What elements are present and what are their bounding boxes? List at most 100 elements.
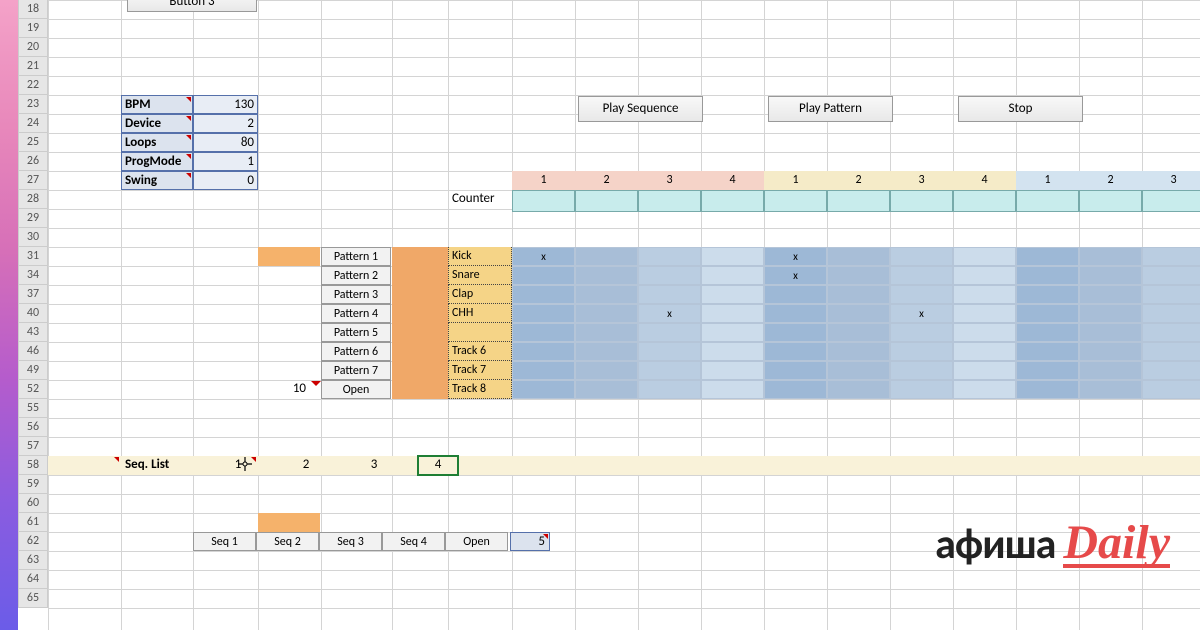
- row-header[interactable]: 31: [18, 247, 48, 266]
- grid-cell[interactable]: [701, 304, 764, 323]
- row-header[interactable]: 43: [18, 323, 48, 342]
- grid-cell[interactable]: [953, 304, 1016, 323]
- grid-cell[interactable]: [764, 304, 827, 323]
- row-header[interactable]: 28: [18, 190, 48, 209]
- grid-cell[interactable]: x: [512, 247, 575, 266]
- grid-cell[interactable]: [638, 247, 701, 266]
- grid-cell[interactable]: [512, 266, 575, 285]
- grid-cell[interactable]: [512, 342, 575, 361]
- grid-cell[interactable]: [575, 266, 638, 285]
- grid-cell[interactable]: [1079, 361, 1142, 380]
- grid-cell[interactable]: [1079, 266, 1142, 285]
- grid-cell[interactable]: [575, 342, 638, 361]
- grid-cell[interactable]: [638, 361, 701, 380]
- grid-cell[interactable]: [638, 380, 701, 399]
- row-header[interactable]: 18: [18, 0, 48, 19]
- grid-cell[interactable]: [827, 247, 890, 266]
- param-value[interactable]: 0: [193, 171, 258, 190]
- grid-cell[interactable]: [1142, 323, 1200, 342]
- track-label[interactable]: Clap: [448, 285, 512, 304]
- grid-cell[interactable]: [764, 361, 827, 380]
- seq-button[interactable]: Seq 1: [193, 532, 256, 551]
- grid-cell[interactable]: [512, 304, 575, 323]
- grid-cell[interactable]: x: [764, 247, 827, 266]
- grid-cell[interactable]: [827, 361, 890, 380]
- grid-cell[interactable]: [827, 323, 890, 342]
- play-pattern-button[interactable]: Play Pattern: [768, 96, 893, 122]
- button-3[interactable]: Button 3: [127, 0, 257, 12]
- row-header[interactable]: 40: [18, 304, 48, 323]
- row-header[interactable]: 57: [18, 437, 48, 456]
- grid-cell[interactable]: x: [890, 304, 953, 323]
- grid-cell[interactable]: [953, 285, 1016, 304]
- param-value[interactable]: 130: [193, 95, 258, 114]
- row-header[interactable]: 30: [18, 228, 48, 247]
- row-header[interactable]: 56: [18, 418, 48, 437]
- seq-list-item[interactable]: 2: [286, 456, 326, 475]
- grid-cell[interactable]: [701, 247, 764, 266]
- pattern-button[interactable]: Pattern 6: [321, 342, 391, 361]
- grid-cell[interactable]: [1016, 285, 1079, 304]
- track-label[interactable]: CHH: [448, 304, 512, 323]
- row-header[interactable]: 34: [18, 266, 48, 285]
- row-header[interactable]: 20: [18, 38, 48, 57]
- grid-cell[interactable]: [953, 380, 1016, 399]
- row-header[interactable]: 24: [18, 114, 48, 133]
- grid-cell[interactable]: [827, 304, 890, 323]
- grid-cell[interactable]: [1079, 342, 1142, 361]
- grid-cell[interactable]: [1079, 323, 1142, 342]
- grid-cell[interactable]: [890, 247, 953, 266]
- grid-cell[interactable]: [953, 342, 1016, 361]
- grid-cell[interactable]: [701, 323, 764, 342]
- grid-cell[interactable]: [827, 342, 890, 361]
- pattern-button[interactable]: Pattern 4: [321, 304, 391, 323]
- row-header[interactable]: 27: [18, 171, 48, 190]
- row-header[interactable]: 60: [18, 494, 48, 513]
- grid-cell[interactable]: [764, 380, 827, 399]
- grid-cell[interactable]: [575, 247, 638, 266]
- grid-cell[interactable]: [1016, 304, 1079, 323]
- grid-cell[interactable]: [1142, 361, 1200, 380]
- grid-cell[interactable]: [701, 266, 764, 285]
- grid-cell[interactable]: [1142, 247, 1200, 266]
- row-header[interactable]: 25: [18, 133, 48, 152]
- grid-cell[interactable]: [827, 380, 890, 399]
- track-label[interactable]: Track 7: [448, 361, 512, 380]
- grid-cell[interactable]: [764, 285, 827, 304]
- row-header[interactable]: 29: [18, 209, 48, 228]
- grid-cell[interactable]: [1142, 380, 1200, 399]
- grid-cell[interactable]: x: [638, 304, 701, 323]
- grid-cell[interactable]: [764, 323, 827, 342]
- grid-cell[interactable]: [890, 323, 953, 342]
- grid-cell[interactable]: [575, 361, 638, 380]
- param-value[interactable]: 1: [193, 152, 258, 171]
- seq-button[interactable]: Seq 2: [256, 532, 319, 551]
- track-label[interactable]: Track 8: [448, 380, 512, 399]
- spreadsheet[interactable]: 1819202122232425262728293031343740434649…: [18, 0, 1200, 630]
- grid-cell[interactable]: [1142, 304, 1200, 323]
- grid-cell[interactable]: [1016, 266, 1079, 285]
- grid-cell[interactable]: [1142, 285, 1200, 304]
- pattern-button[interactable]: Pattern 2: [321, 266, 391, 285]
- pattern-button[interactable]: Pattern 3: [321, 285, 391, 304]
- grid-cell[interactable]: [638, 285, 701, 304]
- grid-cell[interactable]: [1079, 304, 1142, 323]
- row-header[interactable]: 49: [18, 361, 48, 380]
- seq-list-item[interactable]: 4: [418, 456, 458, 475]
- seq-button[interactable]: Open: [445, 532, 508, 551]
- grid-cell[interactable]: [890, 266, 953, 285]
- grid-cell[interactable]: [1142, 266, 1200, 285]
- open-button[interactable]: Open: [321, 380, 391, 399]
- pattern-button[interactable]: Pattern 7: [321, 361, 391, 380]
- grid-cell[interactable]: [638, 342, 701, 361]
- seq-button[interactable]: Seq 4: [382, 532, 445, 551]
- grid-cell[interactable]: [1016, 323, 1079, 342]
- grid-cell[interactable]: [512, 323, 575, 342]
- row-header[interactable]: 59: [18, 475, 48, 494]
- grid-cell[interactable]: [638, 266, 701, 285]
- grid-cell[interactable]: [512, 361, 575, 380]
- grid-cell[interactable]: [575, 304, 638, 323]
- grid-cell[interactable]: [575, 323, 638, 342]
- param-value[interactable]: 2: [193, 114, 258, 133]
- grid-cell[interactable]: [890, 342, 953, 361]
